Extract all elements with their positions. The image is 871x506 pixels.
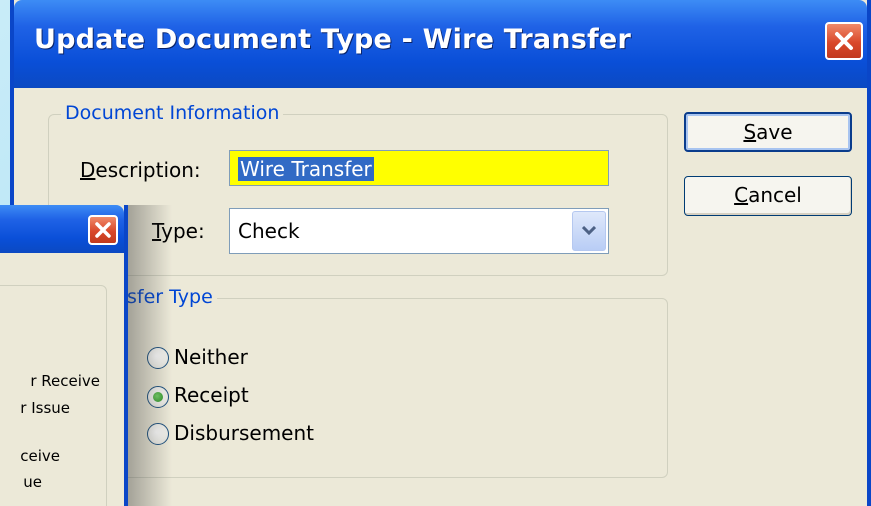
background-groupbox bbox=[0, 285, 107, 506]
radio-disbursement-label: Disbursement bbox=[174, 421, 314, 445]
background-dialog: r Receive r Issue ceive ue bbox=[0, 205, 128, 506]
description-value: Wire Transfer bbox=[238, 157, 374, 181]
background-title-bar[interactable] bbox=[0, 205, 124, 253]
radio-neither-label: Neither bbox=[174, 345, 248, 369]
background-text-line: ceive bbox=[20, 447, 60, 465]
chevron-down-icon bbox=[582, 226, 596, 236]
close-icon bbox=[95, 222, 111, 238]
background-text-line: ue bbox=[23, 473, 42, 491]
background-close-button[interactable] bbox=[88, 215, 118, 245]
type-dropdown-button[interactable] bbox=[572, 211, 606, 251]
dialog-title: Update Document Type - Wire Transfer bbox=[34, 24, 631, 55]
dialog-shadow bbox=[124, 205, 172, 506]
background-text-line: r Issue bbox=[20, 399, 70, 417]
description-field[interactable]: Wire Transfer bbox=[229, 150, 609, 186]
document-information-title: Document Information bbox=[61, 102, 284, 124]
cancel-button[interactable]: Cancel bbox=[684, 176, 852, 216]
close-button[interactable] bbox=[825, 22, 863, 60]
background-text-line: r Receive bbox=[30, 372, 100, 390]
type-value: Check bbox=[238, 219, 300, 243]
type-dropdown[interactable]: Check bbox=[229, 208, 609, 254]
title-bar[interactable]: Update Document Type - Wire Transfer bbox=[14, 0, 867, 88]
radio-receipt-label: Receipt bbox=[174, 383, 249, 407]
description-label: Description: bbox=[80, 158, 201, 182]
close-icon bbox=[835, 32, 853, 50]
save-button[interactable]: Save bbox=[684, 112, 852, 152]
